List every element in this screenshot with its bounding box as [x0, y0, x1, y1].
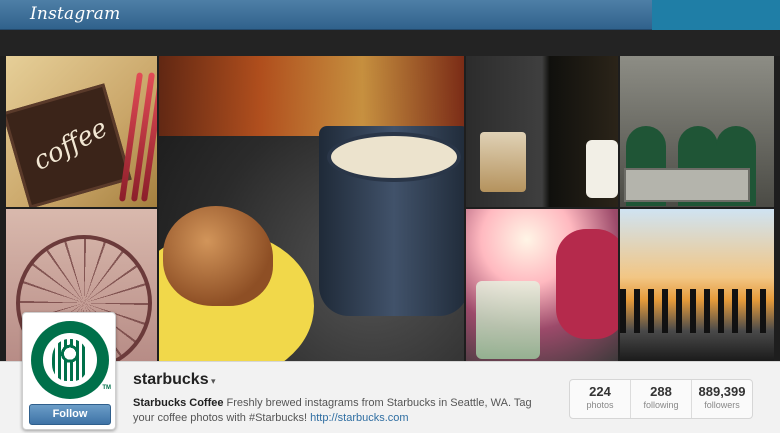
photo-tile-bokeh-jar[interactable]	[466, 209, 618, 361]
follow-button[interactable]: Follow	[29, 404, 111, 425]
starbucks-siren-logo: TM	[31, 321, 111, 399]
chalkboard-art: coffee	[6, 83, 132, 207]
profile-avatar-card: TM Follow	[22, 312, 116, 430]
profile-username: starbucks	[133, 371, 209, 388]
knit-scarf	[556, 229, 618, 339]
silhouette-group	[620, 289, 774, 333]
latte	[327, 132, 461, 182]
siren-icon	[52, 339, 88, 381]
top-navigation-bar: Instagram	[0, 0, 780, 30]
photo-grid: coffee	[6, 56, 774, 361]
counter	[624, 168, 750, 202]
white-cup	[586, 140, 618, 198]
stat-label: following	[643, 400, 679, 410]
stat-value: 288	[650, 384, 672, 399]
photo-tile-baristas[interactable]	[620, 56, 774, 207]
stat-photos[interactable]: 224 photos	[570, 380, 630, 418]
nav-right-area[interactable]	[652, 0, 780, 30]
photo-tile-espresso-machine[interactable]	[466, 56, 618, 207]
coffee-word-art: coffee	[28, 113, 113, 177]
muffin	[163, 206, 273, 306]
autumn-leaves	[159, 56, 464, 136]
stat-value: 889,399	[698, 384, 746, 399]
bio-display-name: Starbucks Coffee	[133, 397, 224, 409]
trademark-mark: TM	[102, 385, 111, 391]
stat-followers[interactable]: 889,399 followers	[691, 380, 752, 418]
instagram-logo[interactable]: Instagram	[30, 4, 120, 24]
profile-bio: Starbucks Coffee Freshly brewed instagra…	[133, 396, 553, 426]
profile-stats: 224 photos 288 following 889,399 followe…	[569, 379, 753, 419]
photo-tile-coffee-board[interactable]: coffee	[6, 56, 157, 207]
website-link[interactable]: http://starbucks.com	[310, 412, 408, 424]
stat-following[interactable]: 288 following	[630, 380, 691, 418]
photo-tile-sunset-group[interactable]	[620, 209, 774, 361]
glass-jar	[476, 281, 540, 359]
header-band	[0, 30, 780, 56]
chevron-down-icon[interactable]: ▾	[211, 376, 216, 387]
photo-tile-mug-muffin[interactable]	[159, 56, 464, 361]
stat-value: 224	[589, 384, 611, 399]
stat-label: photos	[586, 400, 614, 410]
espresso-glass	[480, 132, 526, 192]
coffee-mug	[319, 126, 464, 316]
stat-label: followers	[704, 400, 740, 410]
